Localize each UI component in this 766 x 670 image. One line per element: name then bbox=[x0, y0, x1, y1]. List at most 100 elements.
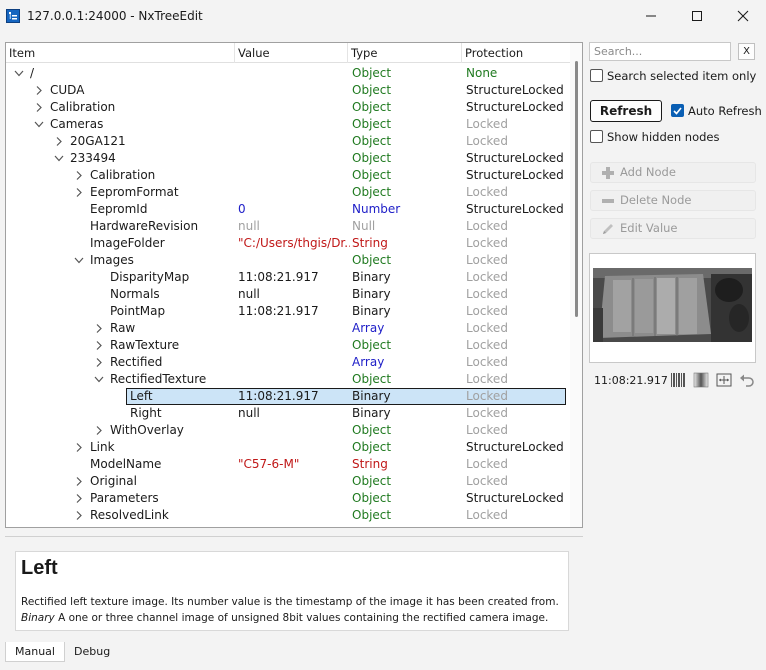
tree-row[interactable]: CUDA Object StructureLocked bbox=[6, 82, 572, 99]
tree-row[interactable]: Rectified Array Locked bbox=[6, 354, 572, 371]
tab-manual[interactable]: Manual bbox=[5, 642, 65, 662]
tree-item-name: RectifiedTexture bbox=[110, 372, 207, 386]
tree-row[interactable]: Original Object Locked bbox=[6, 473, 572, 490]
tree-row[interactable]: Left 11:08:21.917 Binary Locked bbox=[6, 388, 572, 405]
tree-item-value: "C57-6-M" bbox=[238, 457, 300, 471]
scrollbar-thumb[interactable] bbox=[575, 61, 578, 317]
barcode-icon[interactable] bbox=[669, 371, 687, 389]
chevron-down-icon[interactable] bbox=[72, 252, 84, 269]
refresh-button[interactable]: Refresh bbox=[590, 100, 662, 122]
tree-scrollbar[interactable] bbox=[570, 43, 582, 527]
tree-item-name: EepromFormat bbox=[90, 185, 179, 199]
chevron-down-icon[interactable] bbox=[32, 116, 44, 133]
tree-row[interactable]: ResolvedLink Object Locked bbox=[6, 507, 572, 524]
tree-row[interactable]: HardwareRevision null Null Locked bbox=[6, 218, 572, 235]
add-node-button[interactable]: Add Node bbox=[590, 162, 756, 183]
tree-item-protection: Locked bbox=[466, 338, 508, 352]
tree-row[interactable]: 233494 Object StructureLocked bbox=[6, 150, 572, 167]
tree-view[interactable]: Item Value Type Protection / Object None CU… bbox=[5, 42, 583, 528]
description-title: Left bbox=[21, 557, 58, 579]
maximize-button[interactable] bbox=[674, 0, 720, 32]
close-button[interactable] bbox=[720, 0, 766, 32]
edit-value-button[interactable]: Edit Value bbox=[590, 218, 756, 239]
chevron-right-icon[interactable] bbox=[32, 99, 44, 116]
chevron-right-icon[interactable] bbox=[72, 167, 84, 184]
chevron-right-icon[interactable] bbox=[72, 184, 84, 201]
description-panel: Left Rectified left texture image. Its n… bbox=[5, 536, 583, 640]
chevron-right-icon[interactable] bbox=[32, 82, 44, 99]
tree-row[interactable]: Images Object Locked bbox=[6, 252, 572, 269]
column-header-protection[interactable]: Protection bbox=[462, 43, 572, 63]
tree-item-name: 20GA121 bbox=[70, 134, 126, 148]
tree-row[interactable]: EepromFormat Object Locked bbox=[6, 184, 572, 201]
undo-icon[interactable] bbox=[738, 371, 756, 389]
tree-row[interactable]: Normals null Binary Locked bbox=[6, 286, 572, 303]
tree-item-protection: Locked bbox=[466, 406, 508, 420]
chevron-down-icon[interactable] bbox=[12, 65, 24, 82]
tree-row[interactable]: Calibration Object StructureLocked bbox=[6, 167, 572, 184]
tree-row[interactable]: Cameras Object Locked bbox=[6, 116, 572, 133]
delete-node-button[interactable]: Delete Node bbox=[590, 190, 756, 211]
tree-row[interactable]: PointMap 11:08:21.917 Binary Locked bbox=[6, 303, 572, 320]
tree-item-name: PointMap bbox=[110, 304, 166, 318]
tree-item-type: Object bbox=[352, 168, 392, 182]
tree-row[interactable]: ModelName "C57-6-M" String Locked bbox=[6, 456, 572, 473]
clear-search-button[interactable]: X bbox=[738, 43, 755, 60]
pencil-icon bbox=[603, 224, 613, 234]
description-text: Rectified left texture image. Its number… bbox=[21, 596, 559, 608]
column-header-item[interactable]: Item bbox=[6, 43, 235, 63]
chevron-right-icon[interactable] bbox=[52, 133, 64, 150]
tree-item-protection: Locked bbox=[466, 355, 508, 369]
tree-item-type: Binary bbox=[352, 389, 391, 403]
image-preview[interactable] bbox=[589, 253, 756, 363]
tree-row[interactable]: / Object None bbox=[6, 65, 572, 82]
tree-row[interactable]: ImageFolder "C:/Users/thgis/Dr... String Lo… bbox=[6, 235, 572, 252]
chevron-right-icon[interactable] bbox=[92, 354, 104, 371]
search-input[interactable] bbox=[589, 42, 731, 61]
tree-item-name: Cameras bbox=[50, 117, 104, 131]
add-node-label: Add Node bbox=[620, 165, 676, 179]
chevron-right-icon[interactable] bbox=[72, 439, 84, 456]
tree-row[interactable]: Calibration Object StructureLocked bbox=[6, 99, 572, 116]
tree-row[interactable]: RectifiedTexture Object Locked bbox=[6, 371, 572, 388]
maximize-icon bbox=[692, 11, 702, 21]
tree-item-name: DisparityMap bbox=[110, 270, 190, 284]
tree-row[interactable]: RawTexture Object Locked bbox=[6, 337, 572, 354]
checkmark-icon bbox=[673, 107, 682, 115]
gradient-icon[interactable] bbox=[692, 371, 710, 389]
chevron-right-icon[interactable] bbox=[72, 490, 84, 507]
tree-item-type: Array bbox=[352, 355, 385, 369]
chevron-right-icon[interactable] bbox=[92, 337, 104, 354]
chevron-right-icon[interactable] bbox=[72, 473, 84, 490]
tree-item-type: Object bbox=[352, 134, 392, 148]
chevron-down-icon[interactable] bbox=[52, 150, 64, 167]
tree-item-value: 11:08:21.917 bbox=[238, 389, 319, 403]
tree-row[interactable]: Raw Array Locked bbox=[6, 320, 572, 337]
tree-item-protection: Locked bbox=[466, 508, 508, 522]
tab-debug[interactable]: Debug bbox=[65, 642, 119, 662]
column-header-type[interactable]: Type bbox=[348, 43, 462, 63]
tree-row[interactable]: DisparityMap 11:08:21.917 Binary Locked bbox=[6, 269, 572, 286]
tree-item-name: Calibration bbox=[50, 100, 116, 114]
chevron-right-icon[interactable] bbox=[92, 422, 104, 439]
tree-item-type: Binary bbox=[352, 270, 391, 284]
tree-row[interactable]: Right null Binary Locked bbox=[6, 405, 572, 422]
fit-to-view-icon[interactable] bbox=[715, 371, 733, 389]
chevron-right-icon[interactable] bbox=[72, 507, 84, 524]
tree-row[interactable]: EepromId 0 Number StructureLocked bbox=[6, 201, 572, 218]
tree-item-protection: Locked bbox=[466, 287, 508, 301]
column-header-value[interactable]: Value bbox=[235, 43, 348, 63]
tree-item-protection: StructureLocked bbox=[466, 83, 564, 97]
tree-row[interactable]: 20GA121 Object Locked bbox=[6, 133, 572, 150]
chevron-right-icon[interactable] bbox=[92, 320, 104, 337]
chevron-down-icon[interactable] bbox=[92, 371, 104, 388]
tree-item-value: null bbox=[238, 406, 260, 420]
minimize-button[interactable] bbox=[628, 0, 674, 32]
tree-row[interactable]: WithOverlay Object Locked bbox=[6, 422, 572, 439]
tree-item-protection: Locked bbox=[466, 185, 508, 199]
tree-row[interactable]: Parameters Object StructureLocked bbox=[6, 490, 572, 507]
image-timestamp: 11:08:21.917 bbox=[594, 374, 668, 387]
tree-row[interactable]: Link Object StructureLocked bbox=[6, 439, 572, 456]
tree-item-type: Object bbox=[352, 423, 392, 437]
tree-item-name: HardwareRevision bbox=[90, 219, 199, 233]
